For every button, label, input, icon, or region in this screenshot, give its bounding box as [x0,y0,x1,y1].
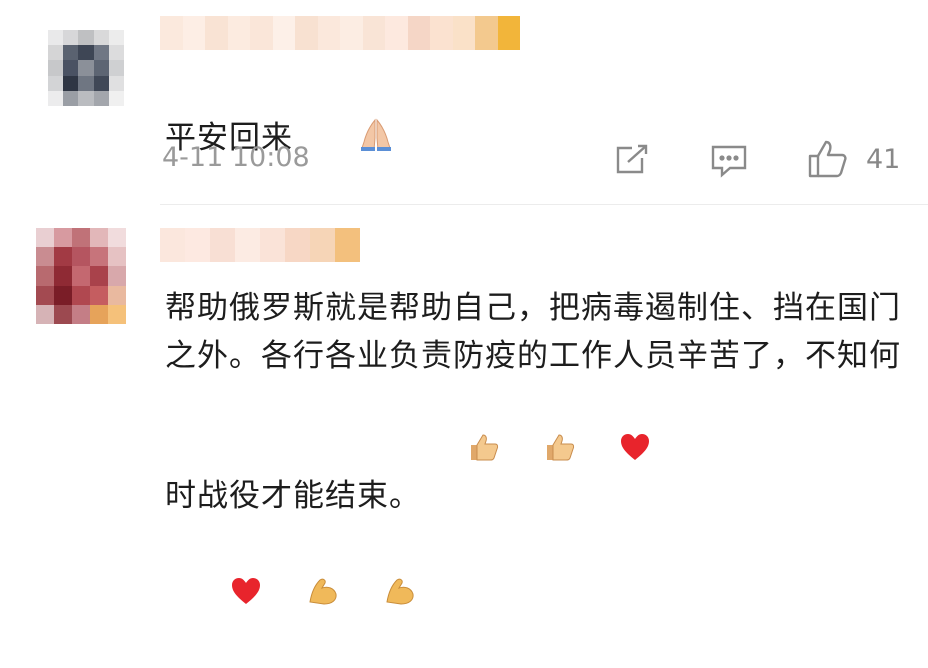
timestamp: 4-11 10:08 [162,142,310,173]
flexed-biceps-emoji [340,524,417,668]
avatar[interactable] [36,228,126,324]
username-blurred[interactable] [160,16,520,50]
like-count: 41 [866,144,901,175]
username-blurred[interactable] [160,228,360,262]
reply-icon[interactable] [710,144,748,182]
flexed-biceps-emoji [262,524,339,668]
comment-item[interactable]: 平安回来 4-11 10:08 41 [0,0,928,205]
red-heart-emoji [187,524,262,668]
thumbs-up-emoji [425,380,500,524]
like-icon[interactable] [806,138,850,184]
avatar[interactable] [48,30,124,106]
comment-text: 帮助俄罗斯就是帮助自己，把病毒遏制住、挡在国门之外。各行各业负责防疫的工作人员辛… [165,284,905,668]
thumbs-up-emoji [500,380,575,524]
share-icon[interactable] [614,144,650,180]
red-heart-emoji [576,380,651,524]
